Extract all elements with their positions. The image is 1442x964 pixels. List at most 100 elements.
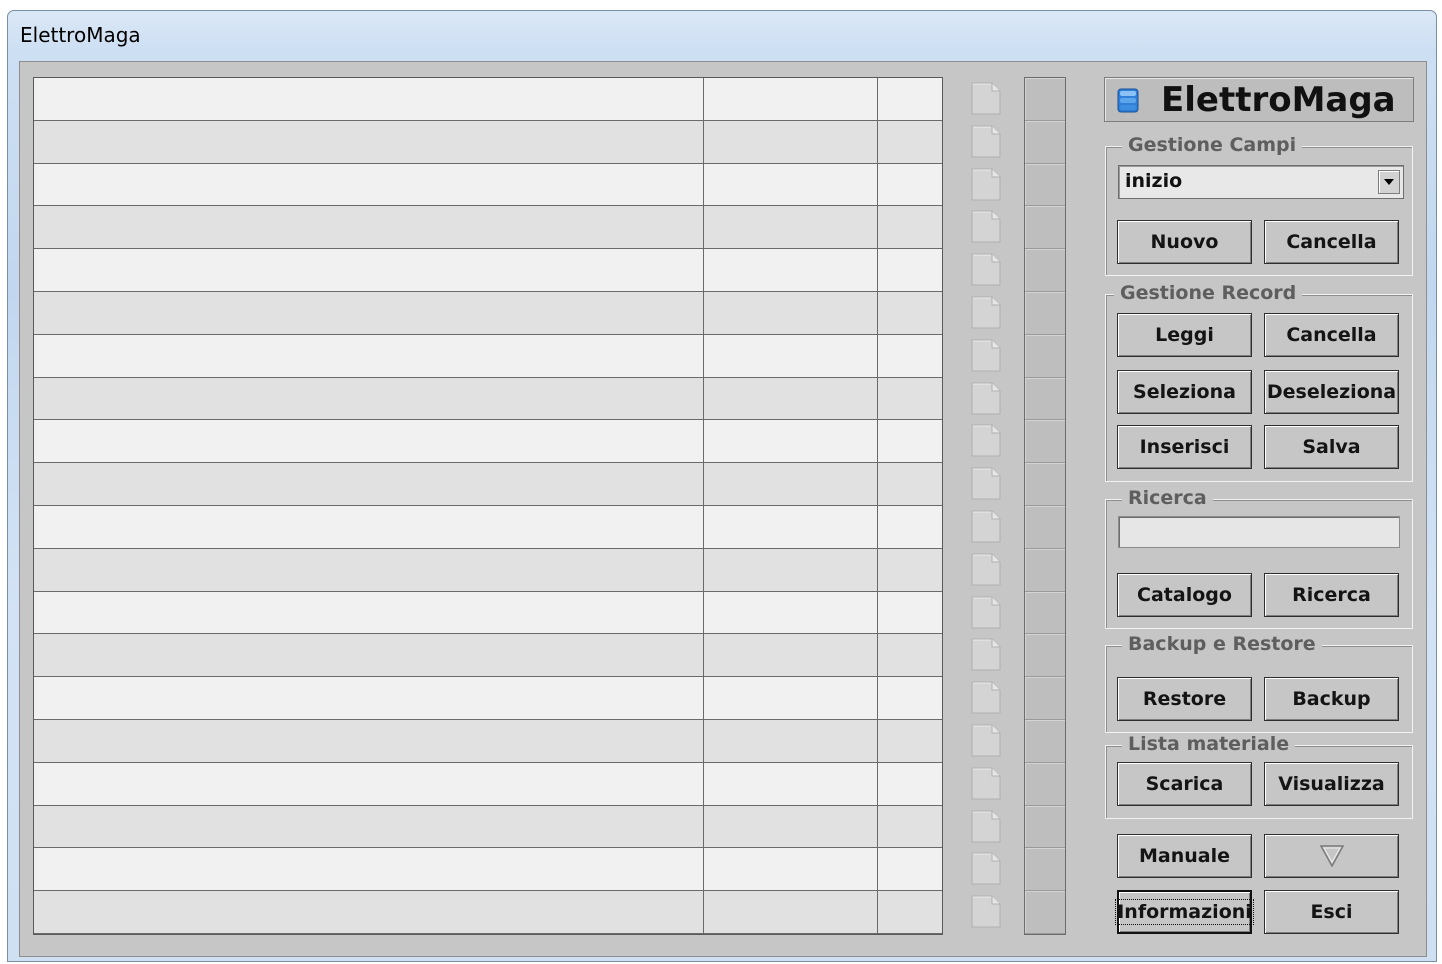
row-selector-cell[interactable] — [1025, 120, 1065, 164]
table-cell[interactable] — [878, 164, 942, 206]
table-row[interactable] — [34, 463, 942, 506]
table-row[interactable] — [34, 420, 942, 464]
table-cell[interactable] — [704, 120, 878, 163]
esci-button[interactable]: Esci — [1264, 890, 1399, 934]
table-cell[interactable] — [34, 848, 704, 891]
table-row[interactable] — [34, 206, 942, 250]
table-cell[interactable] — [878, 206, 942, 248]
table-cell[interactable] — [34, 206, 704, 249]
table-row[interactable] — [34, 591, 942, 635]
table-cell[interactable] — [704, 206, 878, 249]
table-cell[interactable] — [34, 463, 704, 505]
table-cell[interactable] — [704, 677, 878, 719]
document-icon[interactable] — [971, 510, 1001, 543]
table-row[interactable] — [34, 848, 942, 892]
restore-button[interactable]: Restore — [1117, 677, 1252, 721]
salva-button[interactable]: Salva — [1264, 425, 1399, 469]
row-selector-cell[interactable] — [1025, 377, 1065, 421]
table-row[interactable] — [34, 249, 942, 292]
table-cell[interactable] — [34, 334, 704, 377]
table-cell[interactable] — [34, 891, 704, 933]
table-row[interactable] — [34, 120, 942, 164]
table-cell[interactable] — [34, 78, 704, 120]
table-cell[interactable] — [34, 420, 704, 463]
table-cell[interactable] — [704, 720, 878, 762]
table-row[interactable] — [34, 720, 942, 763]
table-cell[interactable] — [878, 806, 942, 848]
manuale-button[interactable]: Manuale — [1117, 834, 1252, 878]
table-cell[interactable] — [878, 848, 942, 890]
row-selector-cell[interactable] — [1025, 206, 1065, 250]
document-icon[interactable] — [971, 296, 1001, 329]
table-cell[interactable] — [878, 121, 942, 163]
visualizza-button[interactable]: Visualizza — [1264, 762, 1399, 806]
document-icon[interactable] — [971, 681, 1001, 714]
inserisci-button[interactable]: Inserisci — [1117, 425, 1252, 469]
table-cell[interactable] — [878, 634, 942, 676]
deseleziona-button[interactable]: Deseleziona — [1264, 370, 1399, 414]
table-cell[interactable] — [34, 120, 704, 163]
table-row[interactable] — [34, 548, 942, 592]
row-selector-cell[interactable] — [1025, 848, 1065, 892]
table-cell[interactable] — [878, 249, 942, 291]
down-button[interactable] — [1264, 834, 1399, 878]
table-cell[interactable] — [34, 377, 704, 420]
document-icon[interactable] — [971, 810, 1001, 843]
document-icon[interactable] — [971, 424, 1001, 457]
table-cell[interactable] — [704, 591, 878, 634]
table-cell[interactable] — [878, 292, 942, 334]
document-icon[interactable] — [971, 895, 1001, 928]
row-selector-cell[interactable] — [1025, 891, 1065, 934]
table-cell[interactable] — [704, 506, 878, 548]
campi-combo[interactable]: inizio — [1118, 165, 1404, 199]
table-cell[interactable] — [34, 720, 704, 762]
document-icon[interactable] — [971, 382, 1001, 415]
table-cell[interactable] — [34, 762, 704, 805]
nuovo-campo-button[interactable]: Nuovo — [1117, 220, 1252, 264]
row-selector-cell[interactable] — [1025, 163, 1065, 207]
informazioni-button[interactable]: Informazioni — [1115, 890, 1254, 934]
document-icon[interactable] — [971, 638, 1001, 671]
table-cell[interactable] — [704, 377, 878, 420]
row-selector-cell[interactable] — [1025, 420, 1065, 464]
table-cell[interactable] — [34, 591, 704, 634]
table-cell[interactable] — [704, 163, 878, 206]
table-cell[interactable] — [704, 891, 878, 933]
table-row[interactable] — [34, 292, 942, 335]
document-icon[interactable] — [971, 82, 1001, 115]
cancella-campo-button[interactable]: Cancella — [1264, 220, 1399, 264]
scarica-button[interactable]: Scarica — [1117, 762, 1252, 806]
table-cell[interactable] — [34, 805, 704, 848]
seleziona-button[interactable]: Seleziona — [1117, 370, 1252, 414]
table-cell[interactable] — [704, 848, 878, 891]
ricerca-button[interactable]: Ricerca — [1264, 573, 1399, 617]
backup-button[interactable]: Backup — [1264, 677, 1399, 721]
table-row[interactable] — [34, 762, 942, 806]
document-icon[interactable] — [971, 767, 1001, 800]
document-icon[interactable] — [971, 125, 1001, 158]
table-cell[interactable] — [704, 548, 878, 591]
catalogo-button[interactable]: Catalogo — [1117, 573, 1252, 617]
row-selector-cell[interactable] — [1025, 506, 1065, 549]
chevron-down-icon[interactable] — [1378, 170, 1400, 194]
leggi-button[interactable]: Leggi — [1117, 313, 1252, 357]
row-selector-cell[interactable] — [1025, 591, 1065, 635]
table-cell[interactable] — [878, 677, 942, 719]
table-row[interactable] — [34, 334, 942, 378]
table-row[interactable] — [34, 78, 942, 121]
table-cell[interactable] — [878, 506, 942, 548]
document-icon[interactable] — [971, 467, 1001, 500]
table-row[interactable] — [34, 163, 942, 207]
row-selector-cell[interactable] — [1025, 78, 1065, 121]
table-cell[interactable] — [34, 548, 704, 591]
table-row[interactable] — [34, 677, 942, 720]
table-cell[interactable] — [878, 335, 942, 377]
document-icon[interactable] — [971, 210, 1001, 243]
table-cell[interactable] — [704, 762, 878, 805]
row-selector-cell[interactable] — [1025, 292, 1065, 335]
table-cell[interactable] — [704, 634, 878, 677]
row-selector-cell[interactable] — [1025, 634, 1065, 678]
row-selector-cell[interactable] — [1025, 720, 1065, 763]
document-icon[interactable] — [971, 724, 1001, 757]
row-selector-cell[interactable] — [1025, 334, 1065, 378]
